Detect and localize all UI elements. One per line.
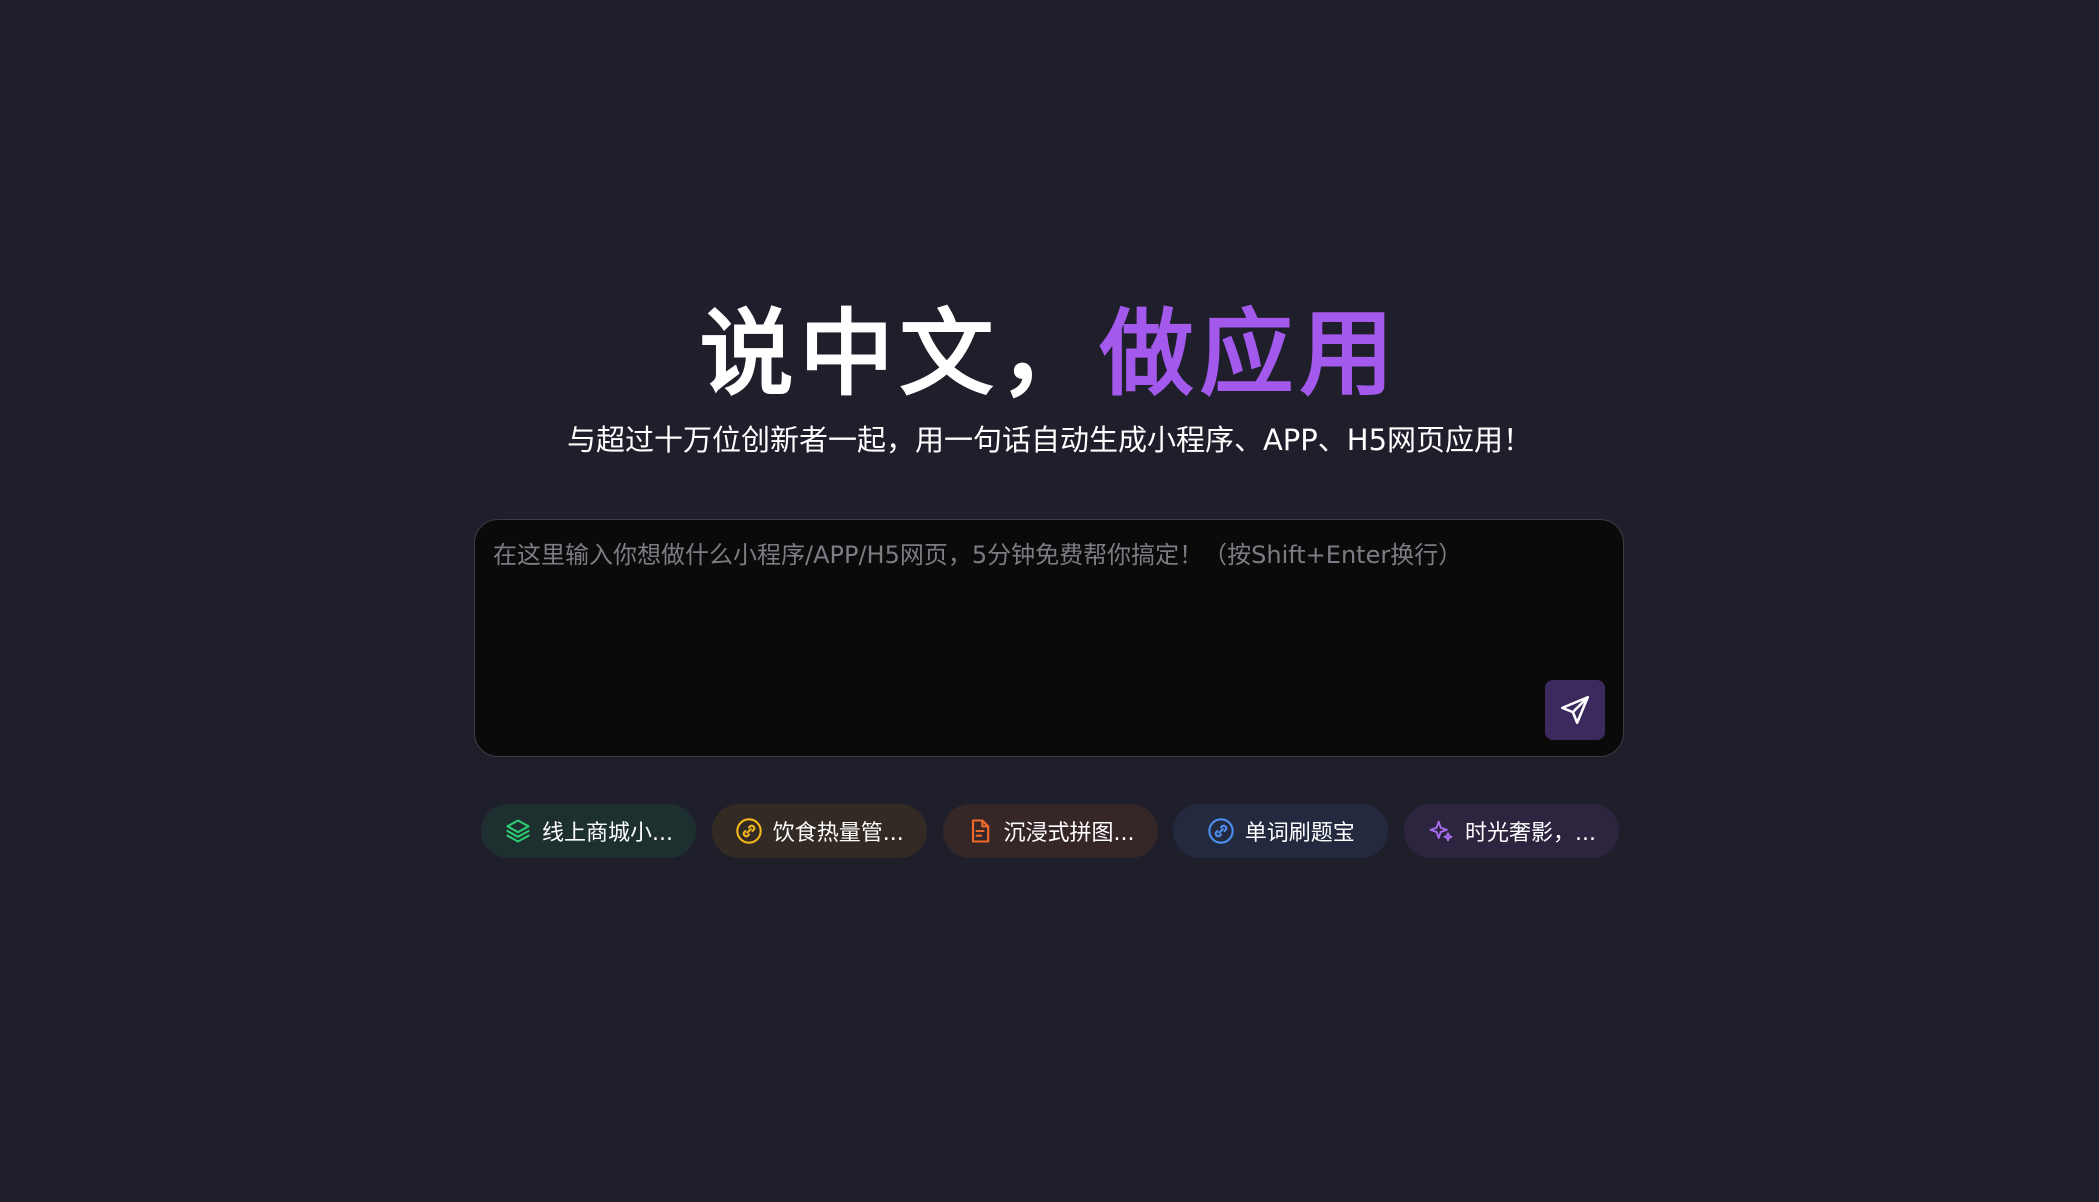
send-icon — [1560, 695, 1590, 725]
document-icon — [966, 817, 994, 845]
suggestion-label: 时光奢影，... — [1465, 821, 1596, 846]
send-button[interactable] — [1545, 680, 1605, 740]
suggestion-label: 线上商城小... — [542, 821, 673, 846]
page-subtitle: 与超过十万位创新者一起，用一句话自动生成小程序、APP、H5网页应用！ — [566, 423, 1533, 457]
suggestion-chip-online-mall[interactable]: 线上商城小... — [481, 804, 696, 858]
suggestion-chip-word-quiz[interactable]: 单词刷题宝 — [1173, 804, 1389, 858]
layers-icon — [504, 817, 532, 845]
suggestion-list: 线上商城小... 饮食热量管... 沉浸式拼图... 单词刷题宝 时光奢影，..… — [481, 804, 1619, 858]
title-part-accent: 做应用 — [1099, 300, 1400, 409]
link-icon — [735, 817, 763, 845]
sparkles-icon — [1427, 817, 1455, 845]
suggestion-label: 沉浸式拼图... — [1003, 821, 1135, 846]
suggestion-chip-time-luxury[interactable]: 时光奢影，... — [1404, 804, 1619, 858]
suggestion-chip-diet-calorie[interactable]: 饮食热量管... — [711, 804, 927, 858]
prompt-box — [474, 519, 1624, 757]
suggestion-chip-puzzle[interactable]: 沉浸式拼图... — [942, 804, 1158, 858]
suggestion-label: 饮食热量管... — [772, 821, 904, 846]
prompt-input[interactable] — [475, 520, 1623, 756]
page: 说中文，做应用 与超过十万位创新者一起，用一句话自动生成小程序、APP、H5网页… — [0, 0, 2099, 1202]
page-title: 说中文，做应用 — [0, 290, 2099, 420]
suggestion-label: 单词刷题宝 — [1244, 821, 1355, 846]
title-part-main: 说中文， — [699, 300, 1100, 409]
link-icon — [1207, 817, 1235, 845]
